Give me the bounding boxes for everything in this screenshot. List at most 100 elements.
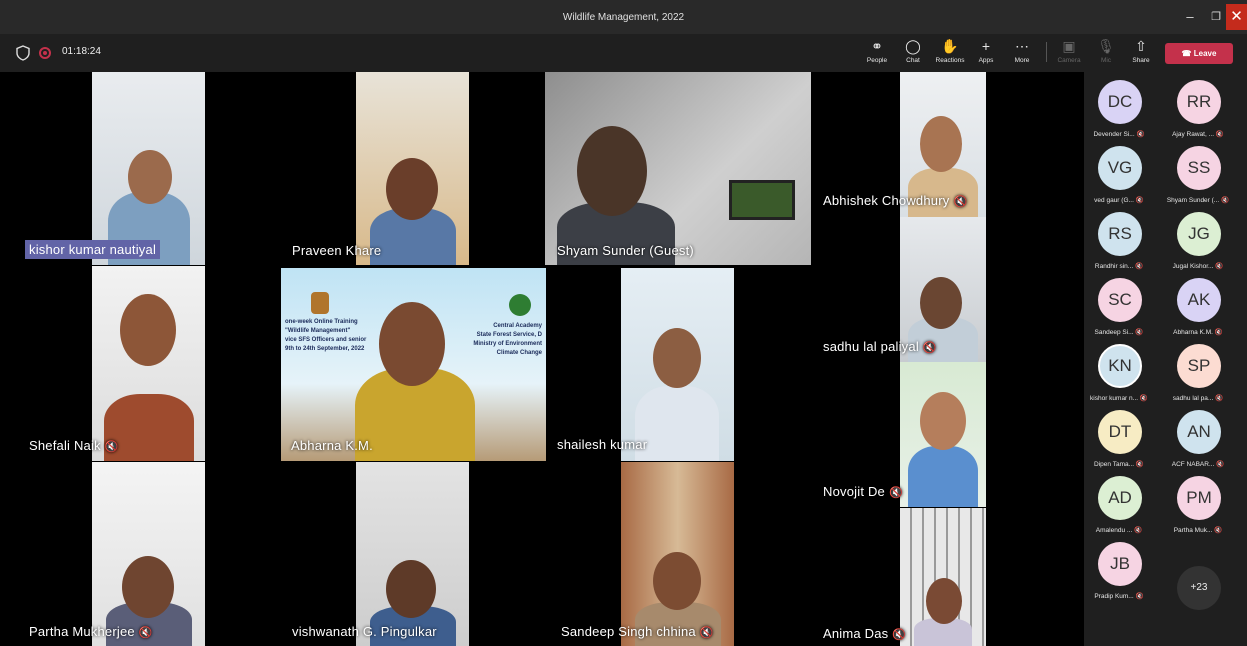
participant-panel-name: Pradip Kum... 🔇: [1082, 592, 1156, 600]
video-tile[interactable]: Abhishek Chowdhury 🔇: [811, 72, 1077, 217]
mic-off-icon: 🔇: [1133, 263, 1144, 270]
phone-hangup-icon: ☎: [1181, 49, 1192, 58]
participant-avatar[interactable]: RS: [1098, 212, 1142, 256]
people-button[interactable]: ⚭ People: [857, 38, 897, 68]
video-tile[interactable]: Partha Mukherjee 🔇: [7, 462, 272, 646]
video-tile[interactable]: sadhu lal paliyal 🔇: [811, 217, 1077, 362]
video-tile[interactable]: kishor kumar nautiyal: [7, 72, 272, 265]
person-shape: [926, 578, 962, 624]
video-tile[interactable]: Novojit De 🔇: [811, 362, 1077, 507]
mic-off-icon: 🔇: [1212, 329, 1223, 336]
person-shape: [120, 294, 176, 366]
participant-panel-name: ved gaur (G... 🔇: [1082, 196, 1156, 204]
mic-off-icon: 🔇: [1133, 197, 1144, 204]
mic-off-icon: 🔇: [1134, 131, 1145, 138]
video-tile[interactable]: Sandeep Singh chhina 🔇: [545, 462, 811, 646]
mic-off-icon: 🔇: [1214, 131, 1224, 138]
participant-avatar[interactable]: PM: [1177, 476, 1221, 520]
participant-panel-name: Amalendu ... 🔇: [1082, 526, 1156, 534]
participant-panel-name: Partha Muk... 🔇: [1161, 526, 1235, 534]
person-shape: [122, 556, 174, 618]
participant-panel-label: Randhir sin...: [1094, 263, 1134, 270]
participant-panel-label: Devender Si...: [1093, 131, 1135, 138]
video-tile[interactable]: shailesh kumar: [545, 268, 811, 461]
mic-off-icon: 🔇: [1133, 593, 1144, 600]
participant-name: sadhu lal paliyal 🔇: [823, 339, 937, 354]
mic-off-icon: 🔇: [1133, 329, 1144, 336]
video-feed: [545, 72, 811, 265]
participant-avatar[interactable]: AK: [1177, 278, 1221, 322]
participant-avatar[interactable]: VG: [1098, 146, 1142, 190]
person-shape: [920, 116, 962, 172]
participant-avatar[interactable]: AD: [1098, 476, 1142, 520]
participant-name: vishwanath G. Pingulkar: [292, 624, 437, 639]
more-participants-button[interactable]: +23: [1177, 566, 1221, 610]
video-tile[interactable]: Praveen Khare: [272, 72, 544, 265]
participants-panel: DC Devender Si... 🔇 RR Ajay Rawat, ... 🔇 VG v…: [1084, 72, 1247, 646]
emblem-icon: [311, 292, 329, 314]
share-button[interactable]: ⇧ Share: [1121, 38, 1161, 68]
participant-panel-name: sadhu lal pa... 🔇: [1161, 394, 1235, 402]
video-tile[interactable]: Shefali Naik 🔇: [7, 266, 272, 461]
mic-button[interactable]: 🎙 Mic: [1086, 38, 1126, 68]
participant-name: Novojit De 🔇: [823, 484, 903, 499]
participant-name: Abharna K.M.: [291, 438, 373, 453]
participant-avatar[interactable]: AN: [1177, 410, 1221, 454]
participant-name: Abhishek Chowdhury 🔇: [823, 193, 968, 208]
participant-panel-label: Partha Muk...: [1173, 527, 1213, 534]
person-shape: [920, 277, 962, 329]
video-feed: [92, 462, 205, 646]
video-tile[interactable]: vishwanath G. Pingulkar: [272, 462, 544, 646]
participant-name: shailesh kumar: [557, 437, 648, 452]
video-feed: [92, 72, 205, 265]
participant-avatar[interactable]: SP: [1177, 344, 1221, 388]
person-shape: [908, 446, 978, 507]
video-tile[interactable]: Anima Das 🔇: [811, 508, 1077, 646]
participant-panel-name: kishor kumar n... 🔇: [1082, 394, 1156, 402]
reactions-button[interactable]: ✋ Reactions: [930, 38, 970, 68]
video-feed: [621, 268, 734, 461]
participant-panel-label: Pradip Kum...: [1094, 593, 1134, 600]
participant-panel-label: Dipen Tama...: [1094, 461, 1135, 468]
camera-button[interactable]: ▣ Camera: [1049, 38, 1089, 68]
person-shape: [386, 158, 438, 220]
participant-panel-label: Sandeep Si...: [1094, 329, 1134, 336]
more-button[interactable]: ⋯ More: [1002, 38, 1042, 68]
participant-avatar[interactable]: JB: [1098, 542, 1142, 586]
mic-off-icon: 🔇: [1212, 527, 1223, 534]
chat-button[interactable]: ◯ Chat: [893, 38, 933, 68]
toolbar-divider: [1046, 42, 1047, 62]
participant-avatar[interactable]: RR: [1177, 80, 1221, 124]
participant-name: Anima Das 🔇: [823, 626, 907, 641]
participant-panel-label: Ajay Rawat, ...: [1172, 131, 1214, 138]
person-shape: [379, 302, 445, 386]
apps-button[interactable]: + Apps: [966, 38, 1006, 68]
participant-avatar[interactable]: JG: [1177, 212, 1221, 256]
participant-name: Partha Mukherjee 🔇: [29, 624, 153, 639]
recording-icon: [39, 47, 51, 59]
participant-panel-name: Abharna K.M. 🔇: [1161, 328, 1235, 336]
video-feed: [92, 266, 205, 461]
minimize-icon[interactable]: –: [1178, 4, 1202, 30]
slide-text-right: Central Academy State Forest Service, D …: [473, 323, 542, 356]
participant-avatar[interactable]: SS: [1177, 146, 1221, 190]
participant-panel-name: Sandeep Si... 🔇: [1082, 328, 1156, 336]
leave-button[interactable]: ☎ Leave: [1165, 43, 1233, 64]
video-tile[interactable]: Shyam Sunder (Guest): [545, 72, 811, 265]
close-icon[interactable]: ✕: [1226, 4, 1247, 30]
mic-off-icon: 🔇: [1134, 461, 1144, 468]
restore-icon[interactable]: ❐: [1204, 4, 1228, 30]
participant-avatar[interactable]: KN: [1098, 344, 1142, 388]
video-tile[interactable]: one-week Online Training "Wildlife Manag…: [281, 268, 546, 461]
shield-icon[interactable]: [16, 45, 30, 61]
mic-off-icon: 🔇: [1132, 527, 1143, 534]
mic-off-icon: 🔇: [1213, 395, 1224, 402]
participant-panel-name: Devender Si... 🔇: [1082, 130, 1156, 138]
academy-logo-icon: [509, 294, 531, 316]
person-shape: [386, 560, 436, 618]
meeting-toolbar: 01:18:24 ⚭ People ◯ Chat ✋ Reactions + A…: [0, 34, 1247, 72]
participant-avatar[interactable]: DC: [1098, 80, 1142, 124]
participant-avatar[interactable]: SC: [1098, 278, 1142, 322]
participant-avatar[interactable]: DT: [1098, 410, 1142, 454]
participant-panel-label: sadhu lal pa...: [1172, 395, 1214, 402]
